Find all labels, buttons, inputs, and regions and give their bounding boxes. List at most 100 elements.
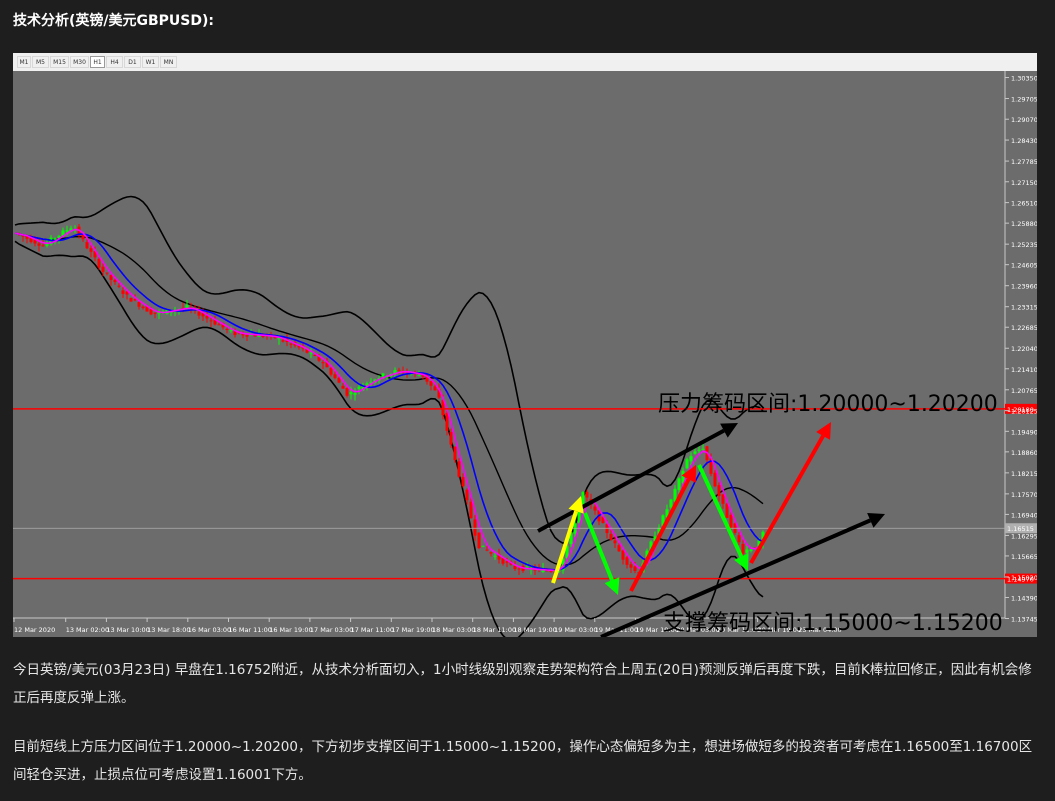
price-tick-label: 1.23315 [1011, 304, 1037, 312]
candle-body [137, 302, 141, 307]
price-tick-label: 1.24605 [1011, 262, 1037, 270]
price-tick-label: 1.27150 [1011, 179, 1037, 187]
time-tick-label: 17 Mar 03:00 [310, 626, 353, 634]
price-tick-label: 1.16940 [1011, 511, 1037, 519]
price-tick-label: 1.23960 [1011, 283, 1037, 291]
candle-body [353, 393, 357, 395]
candle-body [481, 545, 485, 547]
candle-body [473, 519, 477, 536]
candle-body [629, 564, 633, 568]
candle-body [485, 549, 489, 551]
price-tick-label: 1.18860 [1011, 449, 1037, 457]
candle-body [109, 275, 113, 280]
candle-body [133, 299, 137, 301]
candle-body [397, 369, 401, 371]
candle-body [153, 312, 157, 314]
candle-body [609, 533, 613, 540]
time-tick-label: 16 Mar 19:00 [269, 626, 312, 634]
candle-body [729, 514, 733, 528]
time-tick-label: 16 Mar 03:00 [188, 626, 231, 634]
candle-body [701, 448, 705, 450]
timeframe-button-h1[interactable]: H1 [90, 56, 105, 68]
price-tick-label: 1.27785 [1011, 158, 1037, 166]
time-tick-label: 17 Mar 19:00 [391, 626, 434, 634]
candle-body [205, 315, 209, 319]
candle-body [225, 329, 229, 331]
candle-body [489, 552, 493, 554]
resistance-zone-label: 压力筹码区间:1.20000~1.20200 [658, 392, 998, 417]
support-zone-label: 支撑筹码区间:1.15000~1.15200 [663, 611, 1003, 636]
candle-body [669, 499, 673, 508]
candle-body [329, 367, 333, 375]
candle-body [197, 311, 201, 316]
timeframe-button-h4[interactable]: H4 [106, 56, 123, 68]
price-tick-label: 1.25880 [1011, 220, 1037, 228]
timeframe-button-mn[interactable]: MN [160, 56, 177, 68]
candle-body [313, 355, 317, 357]
candle-body [117, 285, 121, 287]
candle-body [737, 535, 741, 543]
time-tick-label: 18 Mar 19:00 [513, 626, 556, 634]
candle-body [713, 472, 717, 487]
time-tick-label: 12 Mar 2020 [14, 626, 55, 634]
candle-body [697, 449, 701, 451]
price-tick-label: 1.20765 [1011, 387, 1037, 395]
candle-body [457, 461, 461, 477]
candle-body [97, 258, 101, 268]
candle-body [85, 242, 89, 249]
price-chart[interactable]: M1 M5 M15 M30 H1 H4 D1 W1 MN 1.20180 1.14970 1.165… [13, 53, 1037, 637]
time-tick-label: 13 Mar 02:00 [66, 626, 109, 634]
timeframe-button-d1[interactable]: D1 [124, 56, 141, 68]
candle-body [749, 549, 753, 552]
candle-body [209, 320, 213, 322]
price-tick-label: 1.29705 [1011, 96, 1037, 104]
price-tick-label: 1.21410 [1011, 366, 1037, 374]
candle-body [477, 532, 481, 549]
candle-body [625, 557, 629, 565]
candle-body [281, 340, 285, 342]
candle-body [357, 386, 361, 389]
timeframe-button-m5[interactable]: M5 [32, 56, 49, 68]
chart-plot-area[interactable]: 1.201801.149701.165151.303501.297051.290… [13, 71, 1037, 637]
candle-body [725, 503, 729, 518]
candle-body [449, 431, 453, 445]
candle-body [621, 550, 625, 560]
time-tick-label: 17 Mar 11:00 [351, 626, 394, 634]
candle-body [309, 352, 313, 354]
time-tick-label: 19 Mar 03:00 [554, 626, 597, 634]
candle-body [141, 306, 145, 308]
candle-body [217, 324, 221, 326]
candle-body [129, 298, 133, 302]
timeframe-toolbar: M1 M5 M15 M30 H1 H4 D1 W1 MN [13, 53, 1037, 72]
price-tick-label: 1.14390 [1011, 594, 1037, 602]
price-tick-label: 1.22040 [1011, 345, 1037, 353]
candle-body [53, 238, 57, 240]
timeframe-button-w1[interactable]: W1 [142, 56, 159, 68]
price-tick-label: 1.15020 [1011, 574, 1037, 582]
time-tick-label: 18 Mar 11:00 [473, 626, 516, 634]
candle-body [693, 451, 697, 454]
analysis-paragraph-1: 今日英镑/美元(03月23日) 早盘在1.16752附近，从技术分析面切入，1小… [13, 662, 1032, 706]
candle-body [289, 343, 293, 345]
candle-body [741, 543, 745, 554]
candle-body [229, 330, 233, 332]
timeframe-button-m15[interactable]: M15 [50, 56, 69, 68]
price-tick-label: 1.19490 [1011, 428, 1037, 436]
candle-body [469, 501, 473, 519]
candle-body [633, 566, 637, 572]
candle-body [721, 494, 725, 504]
price-tick-label: 1.28430 [1011, 137, 1037, 145]
time-tick-label: 13 Mar 18:00 [147, 626, 190, 634]
candle-body [337, 377, 341, 383]
candle-body [37, 243, 41, 246]
candle-body [341, 385, 345, 389]
candle-body [65, 230, 69, 232]
timeframe-button-m30[interactable]: M30 [70, 56, 89, 68]
candle-body [345, 388, 349, 396]
candle-body [245, 334, 249, 337]
price-tick-label: 1.20125 [1011, 408, 1037, 416]
candle-body [689, 456, 693, 462]
timeframe-button-m1[interactable]: M1 [17, 56, 31, 68]
candle-body [677, 478, 681, 491]
candle-body [333, 374, 337, 379]
